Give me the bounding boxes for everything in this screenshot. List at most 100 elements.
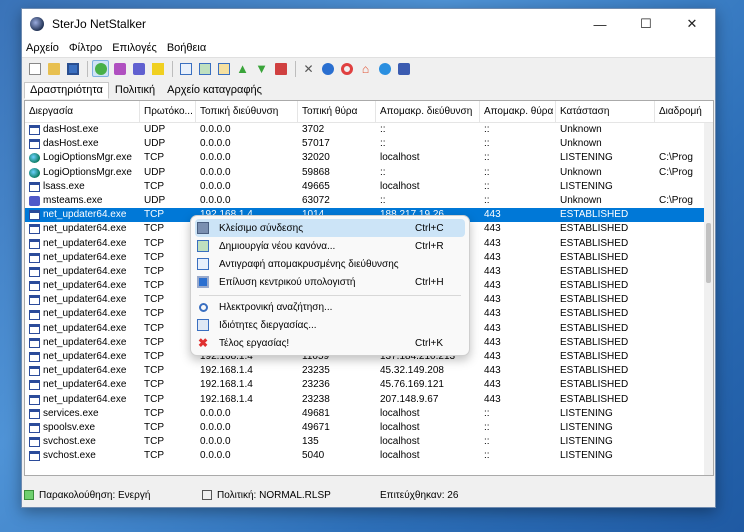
title-bar[interactable]: SterJo NetStalker — ☐ ✕: [22, 9, 715, 39]
table-cell: Unknown: [560, 138, 602, 150]
column-header[interactable]: Απομακρ. θύρα: [480, 101, 556, 122]
table-cell: 443: [484, 308, 501, 320]
table-cell: svchost.exe: [25, 449, 140, 463]
status-success-text: Επιτεύχθηκαν: 26: [380, 489, 459, 501]
minimize-button[interactable]: —: [577, 9, 623, 39]
maximize-button[interactable]: ☐: [623, 9, 669, 39]
save-button[interactable]: [64, 60, 81, 77]
process-name: msteams.exe: [43, 194, 103, 206]
menu-item-process-properties[interactable]: Ιδιότητες διεργασίας...: [195, 316, 465, 334]
process-name: net_updater64.exe: [43, 351, 127, 362]
table-cell: TCP: [144, 450, 164, 462]
menu-item-web-search[interactable]: Ηλεκτρονική αναζήτηση...: [195, 298, 465, 316]
table-row[interactable]: LogiOptionsMgr.exe UDP 0.0.0.0 59868:::: Unk…: [25, 166, 713, 180]
process-icon: [29, 224, 40, 235]
table-cell: 0.0.0.0: [200, 436, 231, 448]
vertical-scrollbar[interactable]: [704, 123, 713, 475]
column-header[interactable]: Κατάσταση: [556, 101, 655, 122]
column-header[interactable]: Πρωτόκο...: [140, 101, 196, 122]
edit-rule-button[interactable]: [215, 60, 232, 77]
tab-policy[interactable]: Πολιτική: [109, 82, 161, 99]
process-icon: [29, 125, 40, 136]
menu-item-resolve-host[interactable]: Επίλυση κεντρικού υπολογιστή Ctrl+H: [195, 273, 465, 291]
process-icon: [29, 309, 40, 320]
table-cell: svchost.exe: [25, 435, 140, 449]
close-button[interactable]: ✕: [669, 9, 715, 39]
table-row[interactable]: services.exe TCP 0.0.0.0 49681 localhost:: LI…: [25, 407, 713, 421]
column-header[interactable]: Απομακρ. διεύθυνση: [376, 101, 480, 122]
process-icon: [29, 295, 40, 306]
table-cell: 0.0.0.0: [200, 180, 231, 192]
move-down-button[interactable]: ▼: [253, 60, 270, 77]
column-header[interactable]: Διαδρομή: [655, 101, 713, 122]
table-cell: ::: [380, 124, 386, 135]
table-cell: 0.0.0.0: [200, 407, 231, 419]
network-icon: [113, 62, 126, 75]
bookmark-button[interactable]: [149, 60, 166, 77]
app-icon: [30, 17, 44, 31]
home-button[interactable]: ⌂: [357, 60, 374, 77]
tools-button[interactable]: ✕: [300, 60, 317, 77]
table-cell: 63072: [302, 194, 330, 206]
table-row[interactable]: dasHost.exe UDP 0.0.0.0 3702:::: Unknown: [25, 123, 713, 137]
process-icon: [29, 252, 40, 263]
new-file-button[interactable]: [26, 60, 43, 77]
tab-activity[interactable]: Δραστηριότητα: [24, 82, 109, 99]
table-cell: ESTABLISHED: [560, 237, 629, 249]
table-cell: localhost: [380, 407, 420, 419]
table-cell: 443: [484, 280, 501, 292]
menu-filter[interactable]: Φίλτρο: [65, 42, 108, 54]
process-name: net_updater64.exe: [43, 265, 127, 277]
table-row[interactable]: svchost.exe TCP 0.0.0.0 135 localhost:: LISTE…: [25, 435, 713, 449]
table-cell: net_updater64.exe: [25, 350, 140, 364]
menu-help[interactable]: Βοήθεια: [163, 42, 212, 54]
process-icon: [29, 408, 40, 419]
tab-log[interactable]: Αρχείο καταγραφής: [161, 82, 268, 99]
process-name: net_updater64.exe: [43, 223, 127, 235]
table-row[interactable]: dasHost.exe UDP 0.0.0.0 57017:::: Unknown: [25, 137, 713, 151]
column-header[interactable]: Τοπική θύρα: [298, 101, 376, 122]
table-row[interactable]: svchost.exe TCP 0.0.0.0 5040 localhost:: LIST…: [25, 449, 713, 463]
table-row[interactable]: spoolsv.exe TCP 0.0.0.0 49671 localhost:: LIS…: [25, 421, 713, 435]
table-cell: 192.168.1.4: [200, 393, 253, 405]
menu-file[interactable]: Αρχείο: [22, 42, 65, 54]
add-rule-button[interactable]: [196, 60, 213, 77]
rules-button[interactable]: [177, 60, 194, 77]
open-folder-button[interactable]: [45, 60, 62, 77]
table-cell: ::: [484, 152, 490, 164]
table-row[interactable]: LogiOptionsMgr.exe TCP 0.0.0.0 32020 localho…: [25, 151, 713, 165]
toolbar: ▲ ▼ ✕ ⌂: [22, 57, 715, 79]
table-cell: 49671: [302, 421, 330, 433]
table-cell: 23235: [302, 365, 330, 377]
menu-item-copy-address[interactable]: Αντιγραφή απομακρυσμένης διεύθυνσης: [195, 255, 465, 273]
help-button[interactable]: [376, 60, 393, 77]
menu-item-end-task[interactable]: ✖ Τέλος εργασίας! Ctrl+K: [195, 334, 465, 352]
facebook-button[interactable]: [395, 60, 412, 77]
process-name: svchost.exe: [43, 450, 96, 462]
table-cell: ESTABLISHED: [560, 393, 629, 405]
menu-item-new-rule[interactable]: Δημιουργία νέου κανόνα... Ctrl+R: [195, 237, 465, 255]
table-row[interactable]: msteams.exe UDP 0.0.0.0 63072:::: Unknown C:\…: [25, 194, 713, 208]
monitor-button[interactable]: [92, 60, 109, 77]
move-up-button[interactable]: ▲: [234, 60, 251, 77]
table-row[interactable]: net_updater64.exe TCP 192.168.1.4 23236 45.7…: [25, 378, 713, 392]
info-button[interactable]: [319, 60, 336, 77]
table-cell: Unknown: [560, 194, 602, 206]
process-name: dasHost.exe: [43, 124, 99, 135]
column-header[interactable]: Διεργασία: [25, 101, 140, 122]
menu-options[interactable]: Επιλογές: [108, 42, 163, 54]
table-row[interactable]: lsass.exe TCP 0.0.0.0 49665 localhost:: LISTE…: [25, 180, 713, 194]
table-cell: LISTENING: [560, 421, 613, 433]
filter-button[interactable]: [130, 60, 147, 77]
table-cell: net_updater64.exe: [25, 279, 140, 293]
column-header[interactable]: Τοπική διεύθυνση: [196, 101, 298, 122]
table-row[interactable]: net_updater64.exe TCP 192.168.1.4 23235 45.3…: [25, 364, 713, 378]
table-cell: ::: [484, 124, 490, 135]
delete-button[interactable]: [272, 60, 289, 77]
menu-item-close-connection[interactable]: Κλείσιμο σύνδεσης Ctrl+C: [195, 219, 465, 237]
support-button[interactable]: [338, 60, 355, 77]
process-name: svchost.exe: [43, 436, 96, 448]
connections-button[interactable]: [111, 60, 128, 77]
table-row[interactable]: net_updater64.exe TCP 192.168.1.4 23238 207.…: [25, 393, 713, 407]
scrollbar-thumb[interactable]: [706, 223, 711, 283]
